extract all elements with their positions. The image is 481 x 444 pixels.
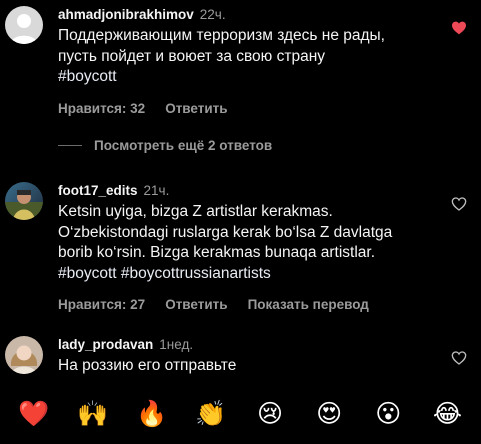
user-avatar-icon bbox=[5, 182, 43, 220]
view-replies-label: Посмотреть ещё 2 ответов bbox=[94, 138, 273, 153]
comment-body: lady_prodavan 1нед. На роззию его отправ… bbox=[58, 336, 428, 377]
tears-of-joy-emoji-icon[interactable]: 😂 bbox=[430, 398, 464, 430]
avatar[interactable] bbox=[5, 6, 43, 44]
comment-body: foot17_edits 21ч. Ketsin uyiga, bizga Z … bbox=[58, 182, 428, 314]
reply-button[interactable]: Ответить bbox=[165, 100, 227, 118]
comment-username[interactable]: foot17_edits bbox=[58, 182, 138, 200]
translate-button[interactable]: Показать перевод bbox=[248, 296, 369, 314]
comment-username[interactable]: ahmadjonibrakhimov bbox=[58, 6, 194, 24]
comment-text: Поддерживающим терроризм здесь не рады, … bbox=[58, 26, 428, 88]
heart-outline-icon[interactable] bbox=[451, 196, 467, 212]
hashtag-link[interactable]: #boycott bbox=[58, 67, 428, 88]
comment-line: borib ko‘rsin. Bizga kerakmas bunaqa art… bbox=[58, 244, 376, 261]
comment-body: ahmadjonibrakhimov 22ч. Поддерживающим т… bbox=[58, 6, 428, 118]
divider-dash bbox=[58, 145, 82, 146]
comment-text: Ketsin uyiga, bizga Z artistlar kerakmas… bbox=[58, 202, 428, 284]
raised-hands-emoji-icon[interactable]: 🙌 bbox=[76, 398, 110, 430]
heart-filled-icon[interactable] bbox=[451, 20, 467, 36]
likes-count[interactable]: Нравится: 27 bbox=[58, 296, 145, 314]
view-replies-button[interactable]: Посмотреть ещё 2 ответов bbox=[58, 138, 272, 153]
comment-time: 21ч. bbox=[143, 183, 170, 198]
emoji-reaction-bar: ❤️ 🙌 🔥 👏 😢 😍 😮 😂 bbox=[0, 396, 481, 432]
comment-text: На роззию его отправьте bbox=[58, 356, 428, 377]
hashtag-link[interactable]: #boycott #boycottrussianartists bbox=[58, 264, 428, 285]
comment-time: 1нед. bbox=[159, 337, 194, 352]
comment-line: пусть пойдет и воюет за свою страну bbox=[58, 47, 326, 65]
avatar[interactable] bbox=[5, 336, 43, 374]
red-heart-emoji-icon[interactable]: ❤️ bbox=[17, 398, 51, 430]
heart-outline-icon[interactable] bbox=[451, 350, 467, 366]
comment-line: Поддерживающим терроризм здесь не рады, bbox=[58, 27, 385, 44]
comment-time: 22ч. bbox=[199, 7, 226, 22]
clapping-hands-emoji-icon[interactable]: 👏 bbox=[194, 398, 228, 430]
crying-face-emoji-icon[interactable]: 😢 bbox=[253, 398, 287, 430]
comment-username[interactable]: lady_prodavan bbox=[58, 336, 153, 354]
avatar[interactable] bbox=[5, 182, 43, 220]
fire-emoji-icon[interactable]: 🔥 bbox=[135, 398, 169, 430]
default-avatar-icon bbox=[5, 6, 43, 44]
user-avatar-icon bbox=[5, 336, 43, 374]
comment-line: На роззию его отправьте bbox=[58, 357, 237, 374]
likes-count[interactable]: Нравится: 32 bbox=[58, 100, 145, 118]
comment-line: O‘zbekistondagi ruslarga kerak bo‘lsa Z … bbox=[58, 223, 393, 241]
comment-line: Ketsin uyiga, bizga Z artistlar kerakmas… bbox=[58, 203, 333, 220]
heart-eyes-emoji-icon[interactable]: 😍 bbox=[312, 398, 346, 430]
surprised-face-emoji-icon[interactable]: 😮 bbox=[371, 398, 405, 430]
reply-button[interactable]: Ответить bbox=[165, 296, 227, 314]
